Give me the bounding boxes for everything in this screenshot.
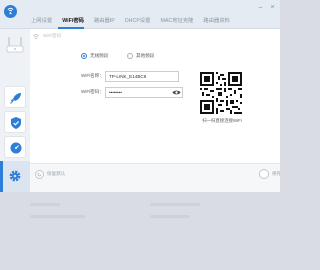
app-window: 上网设置 WiFi密码 路由器IP DHCP设置 MAC地址克隆 路由器资料 –… xyxy=(0,0,280,270)
side-button-speedup[interactable] xyxy=(4,86,26,108)
password-input[interactable]: •••••••• xyxy=(105,87,183,98)
save-icon[interactable] xyxy=(259,169,269,179)
background-blur-line xyxy=(30,215,85,218)
band-24g-label: 无线频段 xyxy=(90,53,109,58)
background-blur-line xyxy=(150,203,200,206)
save-button[interactable]: 保存 xyxy=(272,171,280,177)
ssid-input[interactable]: TP-LINK_E14BC6 xyxy=(105,71,179,82)
close-icon[interactable]: × xyxy=(268,3,277,12)
app-logo-icon xyxy=(4,5,17,18)
tab-router-ip[interactable]: 路由器IP xyxy=(89,14,120,28)
restore-label: 恢复默认 xyxy=(47,171,66,176)
side-button-speedtest[interactable] xyxy=(4,136,26,158)
router-device-icon xyxy=(6,37,24,53)
sidebar xyxy=(0,29,30,192)
footer-bar: 恢复默认 保存 xyxy=(30,163,280,192)
password-label: WiFi密码： xyxy=(81,89,104,94)
active-side-indicator xyxy=(0,161,3,192)
rocket-icon xyxy=(10,93,21,104)
speedometer-icon xyxy=(10,142,22,154)
side-button-security[interactable] xyxy=(4,111,26,133)
tab-dhcp-settings[interactable]: DHCP设置 xyxy=(120,14,156,28)
tab-strip: 上网设置 WiFi密码 路由器IP DHCP设置 MAC地址克隆 路由器资料 xyxy=(26,14,235,28)
band-24g-radio[interactable] xyxy=(81,53,87,59)
shield-icon xyxy=(11,117,21,129)
wifi-section-header: WiFi密码 xyxy=(32,31,61,41)
background-blur-line xyxy=(30,203,60,206)
side-button-settings[interactable] xyxy=(0,161,30,192)
ssid-value: TP-LINK_E14BC6 xyxy=(109,74,147,79)
minimize-icon[interactable]: – xyxy=(256,3,265,12)
wifi-header-label: WiFi密码 xyxy=(43,33,62,38)
wifi-qr-code xyxy=(200,72,242,114)
band-5g-option[interactable]: 其他频段 xyxy=(127,51,154,61)
band-24g-option[interactable]: 无线频段 xyxy=(81,51,108,61)
band-5g-label: 其他频段 xyxy=(136,53,155,58)
background-blur-line xyxy=(150,215,190,218)
qr-caption: 扫一扫直接连接WiFi xyxy=(202,118,242,123)
tab-router-info[interactable]: 路由器资料 xyxy=(198,14,235,28)
gear-icon xyxy=(9,170,21,182)
wifi-icon xyxy=(32,33,40,39)
tab-mac-clone[interactable]: MAC地址克隆 xyxy=(155,14,198,28)
title-bar: 上网设置 WiFi密码 路由器IP DHCP设置 MAC地址克隆 路由器资料 –… xyxy=(0,0,280,29)
tab-internet-settings[interactable]: 上网设置 xyxy=(26,14,57,28)
password-value: •••••••• xyxy=(109,90,122,95)
tab-wifi-password[interactable]: WiFi密码 xyxy=(57,14,89,28)
ssid-label: WiFi名称： xyxy=(81,73,104,78)
restore-default-button[interactable]: 恢复默认 xyxy=(35,169,65,179)
show-password-icon[interactable] xyxy=(172,89,181,96)
band-5g-radio[interactable] xyxy=(127,53,133,59)
restore-icon xyxy=(35,169,44,179)
